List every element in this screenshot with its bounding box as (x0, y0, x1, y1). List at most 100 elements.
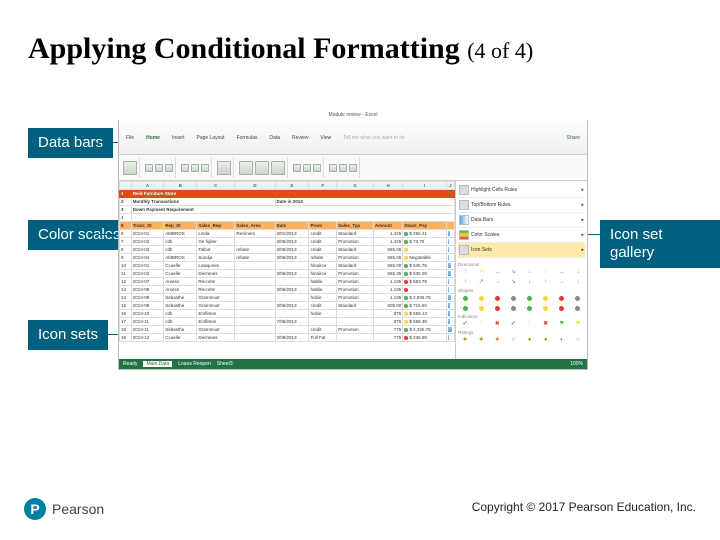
find-icon[interactable] (349, 164, 357, 172)
gallery-item[interactable] (555, 294, 569, 302)
format-table-icon[interactable] (255, 161, 269, 175)
share-button[interactable]: Share (564, 134, 583, 142)
col-header[interactable]: G (337, 182, 374, 190)
tab-review[interactable]: Review (289, 134, 311, 142)
italic-icon[interactable] (155, 164, 163, 172)
table-row[interactable]: 112013-02CcuelleDecranes3/06/2013hinairc… (120, 270, 455, 278)
gallery-item[interactable]: ✔ (458, 320, 472, 328)
table-row[interactable]: 82013-03cdbTalbotrebate3/06/2013creditSt… (120, 246, 455, 254)
gallery-item[interactable]: ● (539, 336, 553, 344)
gallery-item[interactable] (490, 294, 504, 302)
gallery-item[interactable] (555, 304, 569, 312)
table-row[interactable]: 122013-07ArvesnRecoritehabliePromotion1,… (120, 278, 455, 286)
tab-home[interactable]: Home (143, 134, 163, 142)
gallery-item[interactable]: ↘ (506, 268, 520, 276)
insert-icon[interactable] (293, 164, 301, 172)
spreadsheet-grid[interactable]: A B C D E F G H I J 1Reid Furniture Stor… (119, 181, 455, 369)
tab-page-layout[interactable]: Page Layout (193, 134, 227, 142)
tab-tellme[interactable]: Tell me what you want to do (340, 134, 408, 142)
tab-insert[interactable]: Insert (169, 134, 188, 142)
gallery-item[interactable] (506, 294, 520, 302)
tab-view[interactable]: View (317, 134, 334, 142)
col-header[interactable]: H (373, 182, 402, 190)
menu-color-scales[interactable]: Color Scales▸ (458, 228, 585, 243)
gallery-item[interactable] (539, 304, 553, 312)
sheet-tab[interactable]: Sheet3 (217, 361, 233, 367)
gallery-item[interactable] (474, 304, 488, 312)
sort-filter-icon[interactable] (339, 164, 347, 172)
menu-highlight-rules[interactable]: Highlight Cells Rules▸ (458, 183, 585, 198)
table-row[interactable]: 62013-01AMBROSLindaRecliners3/01/2013cre… (120, 230, 455, 238)
align-icon[interactable] (201, 164, 209, 172)
tab-file[interactable]: File (123, 134, 137, 142)
gallery-item[interactable]: ● (523, 336, 537, 344)
gallery-item[interactable]: ⚑ (571, 320, 585, 328)
gallery-item[interactable]: → (555, 278, 569, 286)
gallery-item[interactable]: ! (474, 320, 488, 328)
conditional-formatting-icon[interactable] (239, 161, 253, 175)
gallery-item[interactable]: ☆ (506, 336, 520, 344)
gallery-item[interactable]: ↑ (539, 278, 553, 286)
col-header[interactable]: A (131, 182, 163, 190)
col-header[interactable]: C (197, 182, 235, 190)
col-header[interactable]: B (164, 182, 197, 190)
table-row[interactable]: 142013-09SebastheGrammuathubiePromotion1… (120, 294, 455, 302)
table-row[interactable]: 92013-04AMBROSSundjarebate3/06/2013rebat… (120, 254, 455, 262)
gallery-item[interactable]: ↘ (506, 278, 520, 286)
table-row[interactable]: 162013-10cdbEmfletonhubie875$ 558.13 (120, 310, 455, 318)
gallery-item[interactable]: ★ (490, 336, 504, 344)
gallery-item[interactable]: ⚑ (555, 320, 569, 328)
gallery-item[interactable] (571, 294, 585, 302)
align-icon[interactable] (181, 164, 189, 172)
menu-icon-sets[interactable]: Icon Sets▸ (458, 243, 585, 258)
underline-icon[interactable] (165, 164, 173, 172)
bold-icon[interactable] (145, 164, 153, 172)
gallery-item[interactable]: ✖ (539, 320, 553, 328)
sheet-tab[interactable]: Main Data (143, 361, 172, 367)
gallery-item[interactable]: ↑ (539, 268, 553, 276)
col-header[interactable]: D (235, 182, 275, 190)
table-row[interactable]: 192013-12CcuelleDecranes3/09/2013Full Fa… (120, 334, 455, 342)
gallery-item[interactable]: ✔ (506, 320, 520, 328)
autosum-icon[interactable] (329, 164, 337, 172)
gallery-item[interactable]: ○ (571, 336, 585, 344)
table-row[interactable]: 172013-11cdbEmfleton7/05/2013875$ 558.38 (120, 318, 455, 326)
gallery-item[interactable]: ↗ (474, 278, 488, 286)
tab-data[interactable]: Data (266, 134, 283, 142)
gallery-item[interactable] (474, 294, 488, 302)
gallery-item[interactable] (458, 294, 472, 302)
paste-icon[interactable] (123, 161, 137, 175)
col-header[interactable] (120, 182, 132, 190)
delete-icon[interactable] (303, 164, 311, 172)
gallery-item[interactable]: ↑ (458, 268, 472, 276)
gallery-item[interactable]: ↓ (523, 268, 537, 276)
number-format-icon[interactable] (217, 161, 231, 175)
gallery-item[interactable]: → (555, 268, 569, 276)
gallery-item[interactable]: → (490, 268, 504, 276)
menu-top-bottom[interactable]: Top/Bottom Rules▸ (458, 198, 585, 213)
gallery-item[interactable] (523, 304, 537, 312)
gallery-item[interactable]: ↓ (571, 278, 585, 286)
gallery-item[interactable]: ★ (474, 336, 488, 344)
gallery-item[interactable]: ↓ (523, 278, 537, 286)
table-row[interactable]: 72013-02cdbGe fujiter3/05/2013creditProm… (120, 238, 455, 246)
sheet-tab[interactable]: Loans Reopen (178, 361, 211, 367)
gallery-item[interactable] (490, 304, 504, 312)
table-row[interactable]: 182013-11SebastheGrammuatcreditPromotion… (120, 326, 455, 334)
col-header[interactable]: J (446, 182, 454, 190)
col-header[interactable]: E (275, 182, 309, 190)
gallery-item[interactable] (539, 294, 553, 302)
gallery-item[interactable] (523, 294, 537, 302)
format-icon[interactable] (313, 164, 321, 172)
table-row[interactable]: 102013-01CcuelleLowquneshinairceStandard… (120, 262, 455, 270)
gallery-item[interactable]: ↓ (571, 268, 585, 276)
gallery-item[interactable]: ✖ (490, 320, 504, 328)
tab-formulas[interactable]: Formulas (234, 134, 261, 142)
col-header[interactable]: I (403, 182, 446, 190)
gallery-item[interactable] (506, 304, 520, 312)
table-row[interactable]: 152013-08SebastheGrammuat3/06/2013credit… (120, 302, 455, 310)
gallery-item[interactable]: → (490, 278, 504, 286)
gallery-item[interactable]: ↗ (474, 268, 488, 276)
menu-data-bars[interactable]: Data Bars▸ (458, 213, 585, 228)
gallery-item[interactable] (458, 304, 472, 312)
